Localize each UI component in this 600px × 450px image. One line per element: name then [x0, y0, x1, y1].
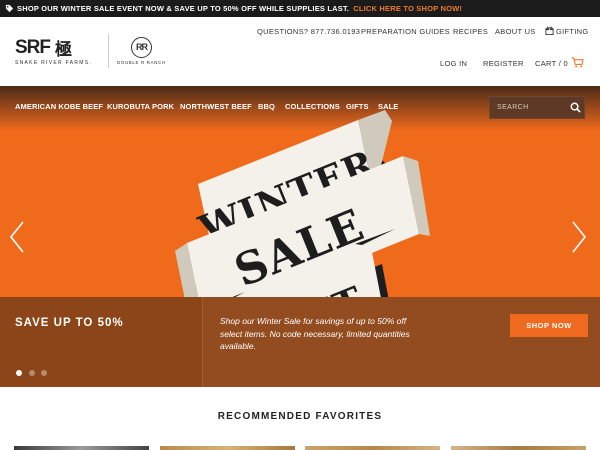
- search-input[interactable]: [490, 97, 566, 118]
- page: SHOP OUR WINTER SALE EVENT NOW & SAVE UP…: [0, 0, 600, 450]
- shop-now-button[interactable]: SHOP NOW: [510, 314, 588, 337]
- logo-divider: [108, 34, 109, 68]
- nav-kurobuta-pork[interactable]: KUROBUTA PORK: [107, 102, 174, 111]
- product-thumbnail[interactable]: [305, 446, 440, 450]
- cart-link[interactable]: CART / 0: [535, 59, 568, 68]
- product-thumbnail[interactable]: [160, 446, 295, 450]
- srf-logo[interactable]: SRF 極: [15, 35, 72, 61]
- nav-bbq[interactable]: BBQ: [258, 102, 275, 111]
- sale-description: Shop our Winter Sale for savings of up t…: [220, 316, 410, 351]
- slide-dot-1[interactable]: [16, 370, 22, 376]
- nav-gifts[interactable]: GIFTS: [346, 102, 369, 111]
- previous-slide-arrow[interactable]: [8, 220, 26, 254]
- nav-northwest-beef[interactable]: NORTHWEST BEEF: [180, 102, 252, 111]
- product-thumbnail[interactable]: [14, 446, 149, 450]
- product-thumbnail[interactable]: [451, 446, 586, 450]
- slide-dot-2[interactable]: [29, 370, 35, 376]
- hero-caption-band: SAVE UP TO 50% Shop our Winter Sale for …: [0, 297, 600, 387]
- logo-kanji: 極: [55, 40, 72, 60]
- logo-srf-text: SRF: [15, 36, 51, 58]
- search-box: [489, 96, 585, 119]
- recommended-favorites-heading: RECOMMENDED FAVORITES: [217, 411, 383, 422]
- promo-message: SHOP OUR WINTER SALE EVENT NOW & SAVE UP…: [17, 4, 350, 13]
- nav-sale[interactable]: SALE: [378, 102, 398, 111]
- next-slide-arrow[interactable]: [570, 220, 588, 254]
- double-r-ranch-text: DOUBLE R RANCH: [117, 60, 166, 65]
- log-in-link[interactable]: LOG IN: [440, 59, 467, 68]
- cart-icon[interactable]: [571, 57, 584, 68]
- promo-shop-link[interactable]: CLICK HERE TO SHOP NOW!: [353, 4, 462, 13]
- promo-bar: SHOP OUR WINTER SALE EVENT NOW & SAVE UP…: [0, 0, 600, 17]
- gifting-link[interactable]: GIFTING: [556, 27, 589, 36]
- register-link[interactable]: REGISTER: [483, 59, 524, 68]
- tag-icon: [5, 4, 14, 13]
- search-icon[interactable]: [570, 102, 581, 113]
- preparation-guides-link[interactable]: PREPARATION GUIDES: [361, 27, 450, 36]
- gift-icon: [545, 26, 554, 35]
- nav-collections[interactable]: COLLECTIONS: [285, 102, 340, 111]
- about-us-link[interactable]: ABOUT US: [495, 27, 536, 36]
- recipes-link[interactable]: RECIPES: [453, 27, 488, 36]
- double-r-ranch-logo[interactable]: RR: [131, 37, 152, 58]
- logo-subtitle: SNAKE RIVER FARMS.: [15, 60, 93, 66]
- questions-phone-link[interactable]: QUESTIONS? 877.736.0193: [257, 27, 360, 36]
- slide-dot-3[interactable]: [41, 370, 47, 376]
- save-headline: SAVE UP TO 50%: [15, 317, 124, 329]
- site-header: SRF 極 SNAKE RIVER FARMS. RR DOUBLE R RAN…: [0, 17, 600, 86]
- hero-slider: WINTER SALE EVENT AMERICAN KOBE BEEF KUR…: [0, 86, 600, 387]
- nav-american-kobe-beef[interactable]: AMERICAN KOBE BEEF: [15, 102, 103, 111]
